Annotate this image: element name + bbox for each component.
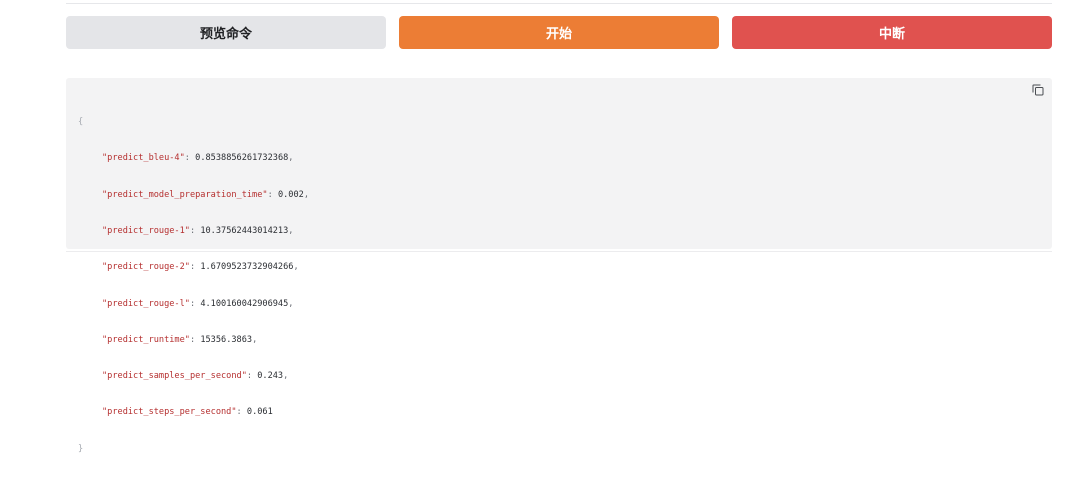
action-button-row: 预览命令 开始 中断 [66, 16, 1052, 49]
json-value: 0.061 [246, 407, 273, 418]
json-entry: "predict_rouge-1": 10.37562443014213, [102, 226, 294, 237]
json-key: "predict_runtime" [102, 334, 190, 345]
json-value: 0.8538856261732368 [195, 153, 289, 164]
json-value: 4.100160042906945 [200, 298, 289, 309]
json-key: "predict_samples_per_second" [102, 371, 247, 382]
json-entry: "predict_rouge-l": 4.100160042906945, [102, 298, 294, 309]
json-key: "predict_rouge-1" [102, 226, 190, 237]
previous-panel-border [66, 0, 1052, 4]
json-key: "predict_steps_per_second" [102, 407, 237, 418]
json-entry: "predict_bleu-4": 0.8538856261732368, [102, 153, 294, 164]
json-entry: "predict_samples_per_second": 0.243, [102, 371, 289, 382]
stop-button[interactable]: 中断 [732, 16, 1052, 49]
json-key: "predict_bleu-4" [102, 153, 185, 164]
json-content: { "predict_bleu-4": 0.8538856261732368, … [78, 92, 309, 479]
json-value: 0.002 [277, 189, 304, 200]
json-entry: "predict_rouge-2": 1.6709523732904266, [102, 262, 299, 273]
preview-command-button[interactable]: 预览命令 [66, 16, 386, 49]
json-key: "predict_model_preparation_time" [102, 189, 268, 200]
bottom-divider [66, 251, 1052, 252]
json-output-panel: { "predict_bleu-4": 0.8538856261732368, … [66, 78, 1052, 454]
copy-icon[interactable] [1032, 84, 1044, 96]
json-entry: "predict_runtime": 15356.3863, [102, 334, 258, 345]
start-button[interactable]: 开始 [399, 16, 719, 49]
json-value: 15356.3863 [200, 334, 253, 345]
json-close-brace: } [78, 443, 84, 454]
json-entry: "predict_steps_per_second": 0.061 [102, 407, 273, 418]
json-key: "predict_rouge-l" [102, 298, 190, 309]
json-open-brace: { [78, 117, 84, 128]
json-entry: "predict_model_preparation_time": 0.002, [102, 189, 309, 200]
json-value: 10.37562443014213 [200, 226, 289, 237]
json-value: 0.243 [257, 371, 284, 382]
